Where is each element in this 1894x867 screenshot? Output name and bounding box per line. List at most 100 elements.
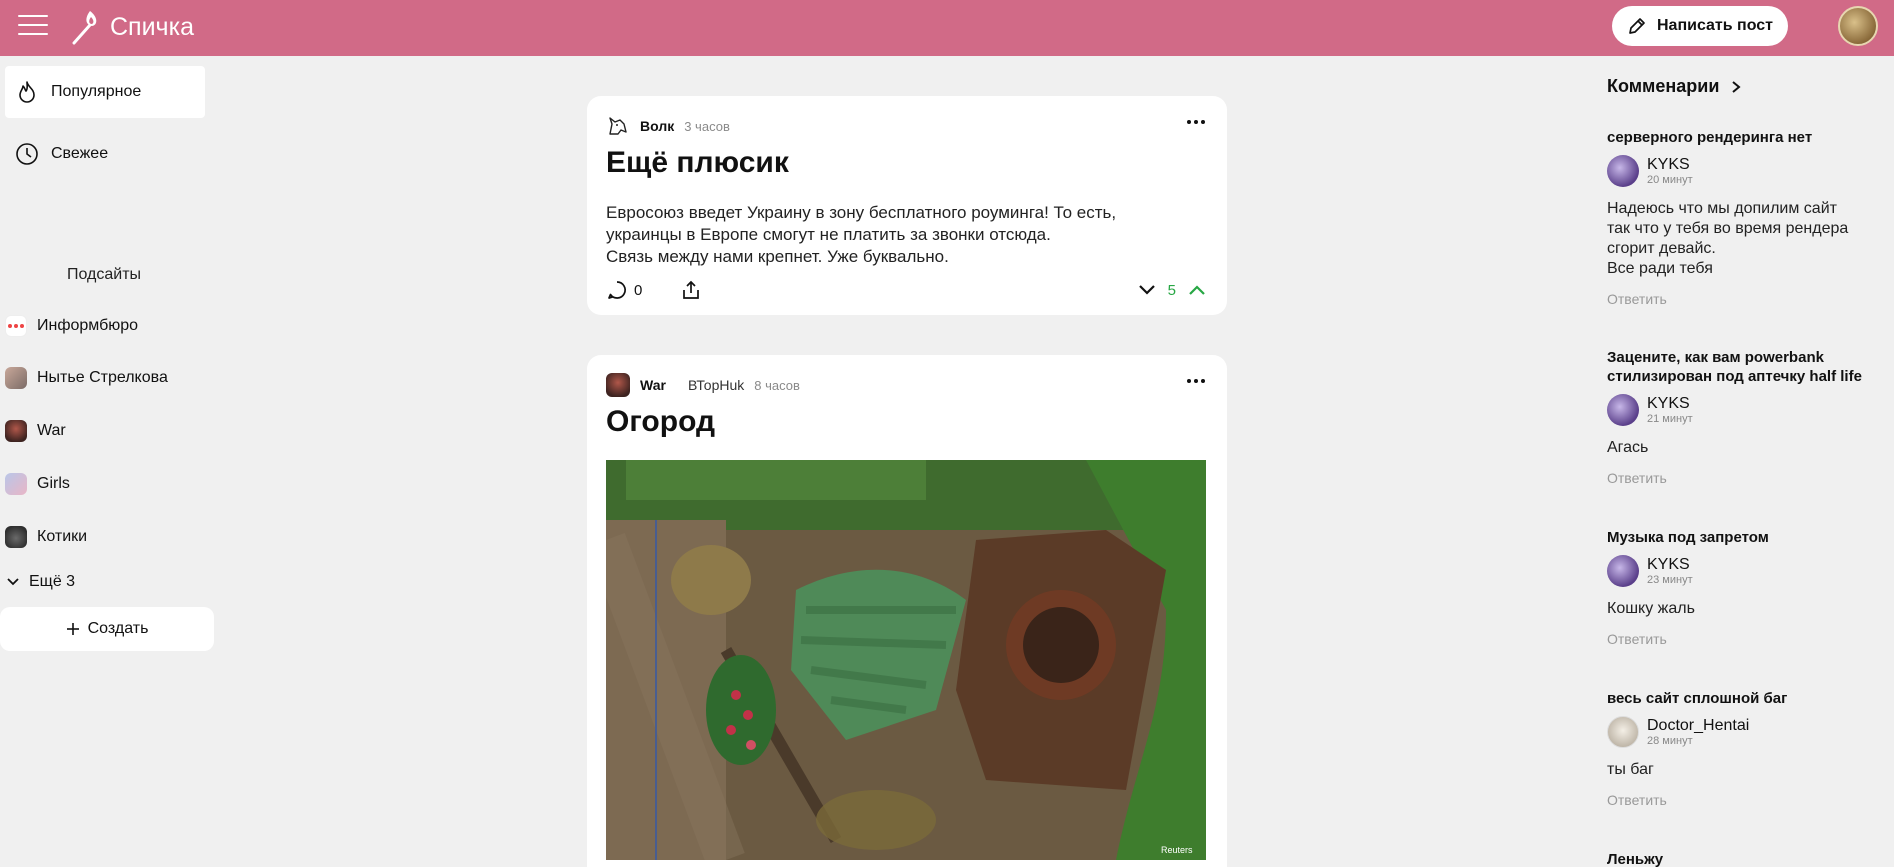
sidebar-item-fresh[interactable]: Свежее <box>5 128 205 180</box>
share-button[interactable] <box>680 279 702 301</box>
menu-icon[interactable] <box>18 15 48 37</box>
upvote-icon[interactable] <box>1186 279 1208 301</box>
comment-text-line: так что у тебя во время рендера <box>1607 220 1849 237</box>
comment-user[interactable]: KYKS 20 минут <box>1607 155 1887 187</box>
sidebar-item-war[interactable]: War <box>5 416 66 446</box>
more-options-icon[interactable] <box>1187 120 1205 124</box>
more-options-icon[interactable] <box>1187 379 1205 383</box>
comment-post-title[interactable]: весь сайт сплошной баг <box>1607 689 1887 708</box>
sidebar-item-girls[interactable]: Girls <box>5 469 70 499</box>
post-author[interactable]: War <box>640 377 666 393</box>
post-meta: War ВТорНuk 8 часов <box>606 373 800 397</box>
sidebar-item-label: Информбюро <box>37 317 139 334</box>
subsites-heading: Подсайты <box>67 266 142 283</box>
post-body-line: Связь между нами крепнет. Уже буквально. <box>606 247 949 266</box>
sidebar-item-label: Нытье Стрелкова <box>37 369 168 386</box>
user-avatar[interactable] <box>1838 6 1878 46</box>
post-meta: Волк 3 часов <box>606 114 730 138</box>
comment-item: Зацените, как вам powerbank стилизирован… <box>1607 348 1887 486</box>
post-author[interactable]: Волк <box>640 118 674 134</box>
post-time: 3 часов <box>684 118 730 134</box>
comment-user-name: Doctor_Hentai <box>1647 716 1750 734</box>
comment-time: 23 минут <box>1647 573 1693 586</box>
comment-text-line: Надеюсь что мы допилим сайт <box>1607 200 1837 217</box>
comment-item: Музыка под запретом KYKS 23 минут Кошку … <box>1607 528 1887 647</box>
downvote-icon[interactable] <box>1136 279 1158 301</box>
image-caption: Reuters <box>1161 845 1193 855</box>
comment-text-line: сгорит девайс. <box>1607 240 1716 257</box>
comment-user[interactable]: Doctor_Hentai 28 минут <box>1607 716 1887 748</box>
comment-text-line: ты баг <box>1607 761 1654 778</box>
post-time: 8 часов <box>754 377 800 393</box>
comment-post-title[interactable]: серверного рендеринга нет <box>1607 128 1887 147</box>
post-title[interactable]: Огород <box>606 405 715 439</box>
garden-photo: Reuters <box>606 460 1206 860</box>
create-subsite-button[interactable]: Создать <box>0 607 214 651</box>
comment-post-title[interactable]: Зацените, как вам powerbank стилизирован… <box>1607 348 1887 386</box>
avatar <box>1607 716 1639 748</box>
post-body-line: Евросоюз введет Украину в зону бесплатно… <box>606 203 1117 222</box>
strelkov-avatar <box>5 367 27 389</box>
war-avatar <box>5 420 27 442</box>
girls-avatar <box>5 473 27 495</box>
comments-panel-title: Комменарии <box>1607 76 1720 96</box>
sidebar-more-button[interactable]: Ещё 3 <box>5 570 75 594</box>
post-card: War ВТорНuk 8 часов Огород Reuters <box>587 355 1227 867</box>
comments-button[interactable]: 0 <box>606 279 642 301</box>
war-avatar[interactable] <box>606 373 630 397</box>
clock-icon <box>16 143 38 165</box>
plus-icon <box>66 623 79 635</box>
reply-button[interactable]: Ответить <box>1607 631 1887 647</box>
reply-button[interactable]: Ответить <box>1607 470 1887 486</box>
avatar <box>1607 155 1639 187</box>
post-title[interactable]: Ещё плюсик <box>606 146 789 180</box>
site-logo[interactable]: Спичка <box>70 9 194 45</box>
comment-post-title[interactable]: Леньжу <box>1607 850 1887 867</box>
comment-post-title[interactable]: Музыка под запретом <box>1607 528 1887 547</box>
sidebar-item-strelkov[interactable]: Нытье Стрелкова <box>5 363 168 393</box>
sidebar-item-label: Girls <box>37 475 70 492</box>
cats-avatar <box>5 526 27 548</box>
avatar <box>1607 555 1639 587</box>
sidebar-more-label: Ещё 3 <box>29 573 76 590</box>
sidebar-item-infobureau[interactable]: Информбюро <box>5 311 138 341</box>
post-image[interactable]: Reuters <box>606 460 1206 860</box>
post-body: Евросоюз введет Украину в зону бесплатно… <box>606 202 1206 268</box>
comment-text-line: Все ради тебя <box>1607 260 1713 277</box>
post-subsite[interactable]: ВТорНuk <box>688 377 744 393</box>
reply-button[interactable]: Ответить <box>1607 792 1887 808</box>
comment-user[interactable]: KYKS 21 минут <box>1607 394 1887 426</box>
comment-user-name: KYKS <box>1647 394 1690 412</box>
logo-text: Спичка <box>110 12 194 41</box>
comment-text: Кошку жаль <box>1607 599 1887 619</box>
sidebar-item-label: Свежее <box>51 145 109 162</box>
comment-time: 21 минут <box>1647 412 1693 425</box>
pencil-icon <box>1629 18 1645 34</box>
comment-time: 20 минут <box>1647 173 1693 186</box>
wolf-avatar-icon[interactable] <box>606 114 630 138</box>
comment-user-name: KYKS <box>1647 155 1690 173</box>
sidebar-item-cats[interactable]: Котики <box>5 522 87 552</box>
infobureau-icon <box>5 315 27 337</box>
flame-icon <box>19 81 35 103</box>
share-icon <box>683 280 700 299</box>
chevron-right-icon <box>1732 80 1741 93</box>
write-post-button[interactable]: Написать пост <box>1612 6 1788 46</box>
comment-text: Надеюсь что мы допилим сайт так что у те… <box>1607 199 1887 279</box>
post-actions: 0 5 <box>606 276 1208 304</box>
comment-user[interactable]: KYKS 23 минут <box>1607 555 1887 587</box>
sidebar-item-label: Котики <box>37 528 88 545</box>
sidebar-item-label: Популярное <box>51 83 142 100</box>
reply-button[interactable]: Ответить <box>1607 291 1887 307</box>
comment-item: весь сайт сплошной баг Doctor_Hentai 28 … <box>1607 689 1887 808</box>
comment-text: ты баг <box>1607 760 1887 780</box>
comment-text-line: Кошку жаль <box>1607 600 1695 617</box>
comments-panel-header[interactable]: Комменарии <box>1607 76 1743 97</box>
sidebar-item-popular[interactable]: Популярное <box>5 66 205 118</box>
comment-text: Агась <box>1607 438 1887 458</box>
post-score: 5 <box>1167 281 1176 299</box>
create-label: Создать <box>87 620 149 637</box>
post-card: Волк 3 часов Ещё плюсик Евросоюз введет … <box>587 96 1227 315</box>
vote-controls: 5 <box>1136 279 1208 301</box>
comment-user-name: KYKS <box>1647 555 1690 573</box>
